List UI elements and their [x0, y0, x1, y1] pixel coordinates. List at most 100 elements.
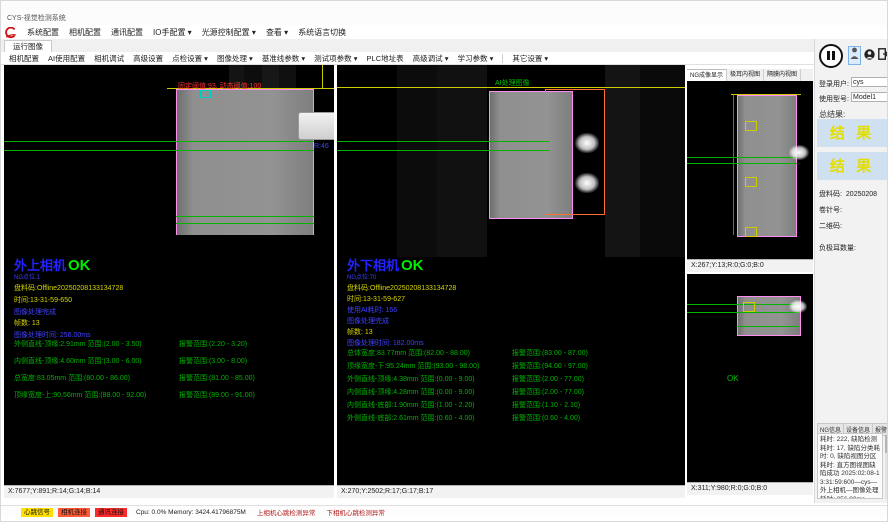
tool-advanced-debug[interactable]: 高级调试 ▾	[413, 53, 449, 64]
menu-item-system-config[interactable]: 系统配置	[27, 27, 59, 38]
ng-point-label: NG点位:70	[347, 272, 376, 281]
aux-view-panel-top: NG成像显示 极耳内视图 隔膜内视图 X:267;Y:13;R:0;G:0;B:…	[687, 69, 813, 272]
needle-number-label: 卷针号:	[819, 205, 842, 215]
overlay-baseline	[4, 141, 314, 142]
tab-inner-view-2[interactable]: 隔膜内视图	[764, 69, 801, 81]
qr-code-label: 二维码:	[819, 221, 842, 231]
menu-item-io-config[interactable]: IO手配置 ▾	[153, 27, 192, 38]
overlay-baseline	[4, 150, 314, 151]
overlay-marker-box	[745, 227, 757, 237]
control-sidebar: 登录用户: cys 使用型号: Model1 总结果: 结 果 结 果 盘料码:…	[814, 39, 888, 503]
status-bar: 心跳信号 相机连接 通讯连接 Cpu: 0.0% Memory: 3424.41…	[1, 505, 888, 518]
alarm-range: 报警范围:(1.10 - 2.10)	[512, 400, 580, 410]
alarm-range: 报警范围:(2.00 - 77.00)	[512, 387, 584, 397]
cursor-coordinates-upper: X:7677;Y:891;R:14;G:14;B:14	[4, 485, 334, 498]
tab-count-label: 负极耳数量:	[819, 243, 856, 253]
process-time-line: 图像处理时间: 182.00ms	[347, 338, 424, 348]
tool-image-processing[interactable]: 图像处理 ▾	[217, 53, 253, 64]
image-background-stripe	[640, 65, 685, 257]
result-status: OK	[68, 257, 91, 274]
menu-item-view[interactable]: 查看 ▾	[266, 27, 288, 38]
overlay-marker-box	[743, 302, 755, 312]
image-background-stripe	[605, 65, 640, 257]
tool-spot-check[interactable]: 点检设置 ▾	[172, 53, 208, 64]
operator-button[interactable]	[863, 46, 875, 65]
tab-inner-view-1[interactable]: 极耳内视图	[727, 69, 764, 81]
alarm-range: 报警范围:(81.00 - 85.00)	[179, 373, 255, 383]
measurement-value: 内侧直线-顶缘:4.28mm 范围:(0.00 - 9.00)	[347, 387, 475, 397]
camera-panel-upper: 固定阈值:93, 动态阈值:100 R:46 外上相机OK NG点位:1 盘料码…	[4, 65, 334, 498]
overlay-baseline	[687, 163, 797, 164]
menu-item-camera-config[interactable]: 相机配置	[69, 27, 101, 38]
aux-camera-view-top[interactable]	[687, 81, 813, 259]
login-user-label: 登录用户:	[819, 81, 849, 88]
tool-advanced-settings[interactable]: 高级设置	[133, 53, 163, 64]
tool-other-settings[interactable]: 其它设置 ▾	[512, 53, 548, 64]
barcode-line: 盘料码:Offline20250208133134728	[14, 283, 123, 293]
logout-button[interactable]	[877, 46, 888, 65]
model-field[interactable]: Model1	[851, 92, 888, 102]
measurement-row: 总体宽度:83.77mm 范围:(82.00 - 88.00) 报警范围:(83…	[347, 348, 681, 358]
alarm-range: 报警范围:(89.00 - 91.00)	[179, 390, 255, 400]
time-line: 时间:13-31-59-627	[347, 294, 405, 304]
upper-camera-warning: 上相机心跳检测异常	[257, 507, 316, 517]
user-button[interactable]	[848, 46, 861, 65]
tool-camera-debug[interactable]: 相机调试	[94, 53, 124, 64]
glare-blob	[575, 173, 599, 193]
inspected-part	[737, 95, 797, 237]
ai-time-line: 使用AI耗时: 166	[347, 305, 397, 315]
menu-item-language-switch[interactable]: 系统语言切换	[298, 27, 346, 38]
menu-item-light-config[interactable]: 光源控制配置 ▾	[202, 27, 256, 38]
cpu-memory-status: Cpu: 0.0% Memory: 3424.41796875M	[136, 509, 246, 516]
camera-view-lower[interactable]: AI处理图像	[337, 65, 685, 257]
model-label: 使用型号:	[819, 96, 849, 103]
tool-camera-config[interactable]: 相机配置	[9, 53, 39, 64]
tool-ai-config[interactable]: AI使用配置	[48, 53, 85, 64]
frame-count-line: 帧数: 13	[347, 327, 373, 337]
info-log-text: 耗时: 222, 缺陷检测耗时: 17, 缺陷分类耗时: 0, 缺陷视图分区耗时…	[817, 433, 883, 499]
overlay-baseline	[733, 95, 734, 235]
logout-icon	[878, 47, 888, 65]
login-user-field[interactable]: cys	[851, 77, 888, 87]
tab-connector-blob	[298, 112, 334, 140]
tool-baseline-params[interactable]: 基准线参数 ▾	[262, 53, 305, 64]
measurement-value: 内侧直线-顶缘:4.60mm 范围:(3.00 - 6.00)	[14, 356, 142, 366]
tool-learning-params[interactable]: 学习参数 ▾	[457, 53, 493, 64]
radius-overlay-label: R:46	[314, 143, 329, 150]
frame-count-line: 帧数: 13	[14, 318, 40, 328]
tool-test-params[interactable]: 测试项参数 ▾	[314, 53, 357, 64]
overlay-baseline	[176, 216, 314, 217]
glare-blob	[789, 145, 809, 160]
ng-point-label: NG点位:1	[14, 272, 40, 281]
tray-barcode-row: 盘料码: 20250208	[819, 189, 877, 199]
comm-connection-badge: 通讯连接	[95, 508, 127, 517]
overlay-baseline	[687, 312, 799, 313]
aux-view-tabs: NG成像显示 极耳内视图 隔膜内视图	[687, 69, 813, 81]
tab-run-image[interactable]: 运行图像	[4, 40, 52, 52]
tab-ng-image[interactable]: NG成像显示	[687, 69, 727, 81]
toolbar-separator	[502, 54, 503, 63]
pause-button[interactable]	[819, 44, 843, 68]
aux-result-label: OK	[727, 374, 739, 383]
camera-view-upper[interactable]: 固定阈值:93, 动态阈值:100 R:46	[4, 65, 334, 235]
measurement-row: 外侧直线-顶缘:2.91mm 范围:(2.00 - 3.50) 报警范围:(2.…	[14, 339, 330, 349]
result-box-lower: 结 果	[817, 152, 887, 180]
overlay-baseline	[737, 326, 799, 327]
alarm-range: 报警范围:(3.00 - 8.00)	[179, 356, 247, 366]
toolbar: 相机配置 AI使用配置 相机调试 高级设置 点检设置 ▾ 图像处理 ▾ 基准线参…	[1, 52, 888, 65]
measurement-value: 顶缘宽度-上:90.56mm 范围:(88.00 - 92.00)	[14, 390, 146, 400]
window-titlebar: CYS-视觉检测系统	[1, 1, 888, 26]
measurement-value: 外侧直线-顶缘:4.38mm 范围:(0.00 - 9.00)	[347, 374, 475, 384]
tool-plc-address[interactable]: PLC地址表	[367, 53, 404, 64]
cursor-coordinates-lower: X:270;Y:2502;R:17;G:17;B:17	[337, 485, 685, 498]
measurement-row: 外侧直线-顶缘:4.38mm 范围:(0.00 - 9.00) 报警范围:(2.…	[347, 374, 681, 384]
measurement-row: 顶缘宽度-上:90.56mm 范围:(88.00 - 92.00) 报警范围:(…	[14, 390, 330, 400]
tray-barcode-value: 20250208	[846, 191, 877, 198]
camera-connection-badge: 相机连接	[58, 508, 90, 517]
menu-bar: 系统配置 相机配置 通讯配置 IO手配置 ▾ 光源控制配置 ▾ 查看 ▾ 系统语…	[1, 25, 888, 39]
menu-item-comm-config[interactable]: 通讯配置	[111, 27, 143, 38]
measurement-row: 外侧直线-底部:2.61mm 范围:(0.60 - 4.00) 报警范围:(0.…	[347, 413, 681, 423]
time-line: 时间:13-31-59-650	[14, 295, 72, 305]
aux-camera-view-bottom[interactable]: OK	[687, 274, 813, 482]
alarm-range: 报警范围:(2.00 - 77.00)	[512, 374, 584, 384]
